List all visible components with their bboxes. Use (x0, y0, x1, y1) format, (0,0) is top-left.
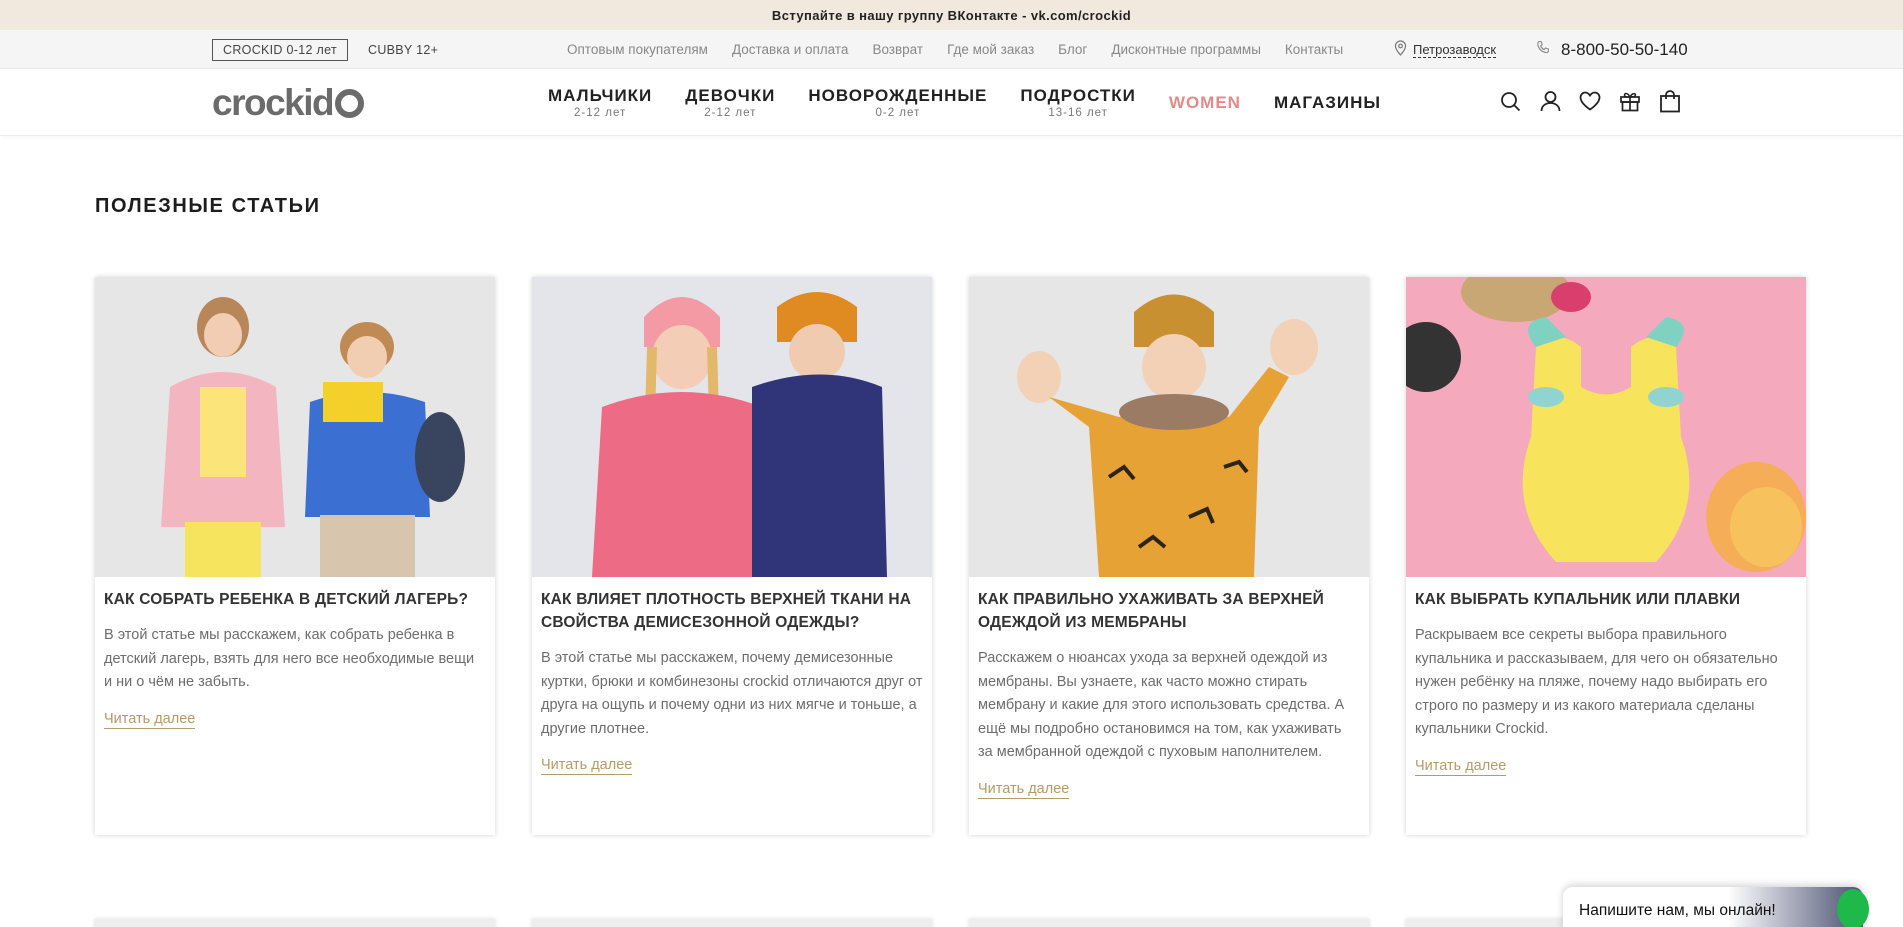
gift-icon[interactable] (1619, 89, 1641, 113)
article-card-peek (969, 919, 1369, 927)
page-title: ПОЛЕЗНЫЕ СТАТЬИ (95, 195, 321, 217)
read-more-link[interactable]: Читать далее (541, 756, 633, 775)
read-more-link[interactable]: Читать далее (104, 710, 196, 729)
chat-label[interactable]: Напишите нам, мы онлайн! (1579, 902, 1776, 920)
logo[interactable]: crockid (212, 82, 365, 124)
search-icon[interactable] (1499, 89, 1521, 113)
next-row-peek (95, 919, 1806, 927)
user-icon[interactable] (1539, 89, 1561, 113)
phone[interactable]: 8-800-50-50-140 (1536, 30, 1688, 69)
logo-ring-icon (335, 88, 365, 118)
nav-teens[interactable]: ПОДРОСТКИ 13-16 лет (1020, 69, 1136, 136)
main-nav: МАЛЬЧИКИ 2-12 лет ДЕВОЧКИ 2-12 лет НОВОР… (548, 69, 1414, 136)
article-excerpt: В этой статье мы расскажем, как собрать … (104, 627, 475, 690)
article-title[interactable]: КАК ВЫБРАТЬ КУПАЛЬНИК ИЛИ ПЛАВКИ (1415, 588, 1797, 611)
nav-label: МАЛЬЧИКИ (548, 86, 653, 105)
promo-text[interactable]: Вступайте в нашу группу ВКонтакте - vk.c… (772, 8, 1131, 23)
article-title[interactable]: КАК ВЛИЯЕТ ПЛОТНОСТЬ ВЕРХНЕЙ ТКАНИ НА СВ… (541, 588, 923, 634)
link-order-status[interactable]: Где мой заказ (947, 42, 1034, 57)
utility-links: Оптовым покупателям Доставка и оплата Во… (567, 30, 1367, 69)
article-image[interactable] (95, 277, 495, 577)
nav-women[interactable]: WOMEN (1169, 69, 1241, 136)
nav-age: 2-12 лет (574, 107, 627, 119)
promo-bar[interactable]: Вступайте в нашу группу ВКонтакте - vk.c… (0, 0, 1903, 30)
link-return[interactable]: Возврат (872, 42, 923, 57)
nav-label: ПОДРОСТКИ (1020, 86, 1136, 105)
online-indicator-icon (1837, 889, 1869, 927)
nav-label: WOMEN (1168, 92, 1241, 112)
nav-age: 2-12 лет (704, 107, 757, 119)
read-more-link[interactable]: Читать далее (1415, 757, 1507, 776)
main-header: crockid МАЛЬЧИКИ 2-12 лет ДЕВОЧКИ 2-12 л… (0, 69, 1903, 136)
nav-age: 13-16 лет (1048, 107, 1108, 119)
nav-age: 0-2 лет (875, 107, 921, 119)
article-title[interactable]: КАК ПРАВИЛЬНО УХАЖИВАТЬ ЗА ВЕРХНЕЙ ОДЕЖД… (978, 588, 1360, 634)
article-image[interactable] (969, 277, 1369, 577)
nav-girls[interactable]: ДЕВОЧКИ 2-12 лет (685, 69, 775, 136)
article-title[interactable]: КАК СОБРАТЬ РЕБЕНКА В ДЕТСКИЙ ЛАГЕРЬ? (104, 588, 486, 611)
phone-number[interactable]: 8-800-50-50-140 (1561, 40, 1688, 60)
link-delivery[interactable]: Доставка и оплата (732, 42, 848, 57)
heart-icon[interactable] (1579, 89, 1601, 113)
article-card[interactable]: КАК ВЫБРАТЬ КУПАЛЬНИК ИЛИ ПЛАВКИ Раскрыв… (1406, 277, 1806, 835)
article-excerpt: Раскрываем все секреты выбора правильног… (1415, 627, 1778, 737)
link-blog[interactable]: Блог (1058, 42, 1087, 57)
city-selector[interactable]: Петрозаводск (1394, 30, 1497, 69)
link-wholesale[interactable]: Оптовым покупателям (567, 42, 708, 57)
nav-label: НОВОРОЖДЕННЫЕ (808, 86, 988, 105)
chat-widget[interactable]: Напишите нам, мы онлайн! (1563, 887, 1869, 927)
location-pin-icon (1394, 40, 1407, 59)
nav-boys[interactable]: МАЛЬЧИКИ 2-12 лет (548, 69, 652, 136)
link-discounts[interactable]: Дисконтные программы (1111, 42, 1261, 57)
nav-stores[interactable]: МАГАЗИНЫ (1274, 69, 1381, 136)
cart-icon[interactable] (1659, 89, 1681, 113)
article-card[interactable]: КАК СОБРАТЬ РЕБЕНКА В ДЕТСКИЙ ЛАГЕРЬ? В … (95, 277, 495, 835)
city-name[interactable]: Петрозаводск (1413, 42, 1497, 58)
article-card[interactable]: КАК ВЛИЯЕТ ПЛОТНОСТЬ ВЕРХНЕЙ ТКАНИ НА СВ… (532, 277, 932, 835)
age-tab-crockid[interactable]: CROCKID 0-12 лет (212, 39, 348, 61)
read-more-link[interactable]: Читать далее (978, 780, 1070, 799)
article-excerpt: Расскажем о нюансах ухода за верхней оде… (978, 650, 1345, 760)
article-excerpt: В этой статье мы расскажем, почему демис… (541, 650, 923, 737)
article-image[interactable] (1406, 277, 1806, 577)
logo-text: crockid (212, 82, 335, 123)
utility-bar: CROCKID 0-12 лет CUBBY 12+ Оптовым покуп… (0, 30, 1903, 69)
article-card[interactable]: КАК ПРАВИЛЬНО УХАЖИВАТЬ ЗА ВЕРХНЕЙ ОДЕЖД… (969, 277, 1369, 835)
articles-grid: КАК СОБРАТЬ РЕБЕНКА В ДЕТСКИЙ ЛАГЕРЬ? В … (95, 277, 1806, 835)
phone-icon (1536, 40, 1551, 60)
nav-newborns[interactable]: НОВОРОЖДЕННЫЕ 0-2 лет (808, 69, 987, 136)
nav-label: МАГАЗИНЫ (1273, 92, 1382, 112)
link-contacts[interactable]: Контакты (1285, 42, 1343, 57)
age-tab-cubby[interactable]: CUBBY 12+ (368, 39, 438, 61)
article-card-peek (532, 919, 932, 927)
article-image[interactable] (532, 277, 932, 577)
header-icons (1499, 89, 1681, 113)
article-card-peek (95, 919, 495, 927)
nav-label: ДЕВОЧКИ (685, 86, 776, 105)
